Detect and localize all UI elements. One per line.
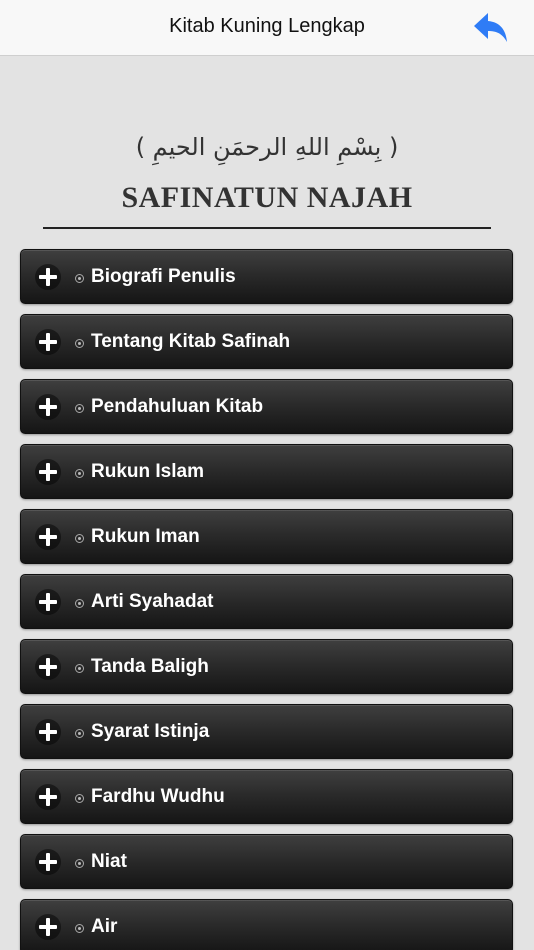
bullet-dot-icon <box>75 729 84 738</box>
bullet-dot-icon <box>75 794 84 803</box>
book-title: SAFINATUN NAJAH <box>121 181 413 214</box>
menu-item-label: Tentang Kitab Safinah <box>91 331 291 352</box>
menu-item[interactable]: Syarat Istinja <box>20 704 513 759</box>
menu-item[interactable]: Tentang Kitab Safinah <box>20 314 513 369</box>
main-content: ( بِسْمِ اللهِ الرحمَنِ الحيمِ ) SAFINAT… <box>0 57 534 950</box>
menu-item[interactable]: Tanda Baligh <box>20 639 513 694</box>
menu-item[interactable]: Rukun Iman <box>20 509 513 564</box>
menu-item-label: Rukun Islam <box>91 461 204 482</box>
plus-icon <box>35 524 61 550</box>
menu-item[interactable]: Niat <box>20 834 513 889</box>
bullet-dot-icon <box>75 534 84 543</box>
plus-icon <box>35 459 61 485</box>
basmala-text: ( بِسْمِ اللهِ الرحمَنِ الحيمِ ) <box>135 133 399 161</box>
menu-item-label: Air <box>91 916 118 937</box>
menu-item[interactable]: Pendahuluan Kitab <box>20 379 513 434</box>
menu-item-label: Syarat Istinja <box>91 721 210 742</box>
nav-title: Kitab Kuning Lengkap <box>169 15 365 37</box>
plus-icon <box>35 849 61 875</box>
bullet-dot-icon <box>75 339 84 348</box>
plus-icon <box>35 264 61 290</box>
menu-item-label: Fardhu Wudhu <box>91 786 225 807</box>
menu-item-label: Biografi Penulis <box>91 266 236 287</box>
bullet-dot-icon <box>75 404 84 413</box>
bullet-dot-icon <box>75 274 84 283</box>
plus-icon <box>35 589 61 615</box>
plus-icon <box>35 914 61 940</box>
menu-item-label: Pendahuluan Kitab <box>91 396 264 417</box>
menu-item[interactable]: Rukun Islam <box>20 444 513 499</box>
bullet-dot-icon <box>75 599 84 608</box>
menu-item-label: Rukun Iman <box>91 526 200 547</box>
bullet-dot-icon <box>75 924 84 933</box>
menu-item-label: Arti Syahadat <box>91 591 214 612</box>
title-divider <box>43 227 491 229</box>
back-button[interactable] <box>472 11 510 45</box>
navigation-bar: Kitab Kuning Lengkap <box>0 0 534 56</box>
bullet-dot-icon <box>75 859 84 868</box>
plus-icon <box>35 329 61 355</box>
bullet-dot-icon <box>75 469 84 478</box>
menu-item[interactable]: Fardhu Wudhu <box>20 769 513 824</box>
plus-icon <box>35 719 61 745</box>
menu-item-label: Tanda Baligh <box>91 656 209 677</box>
plus-icon <box>35 394 61 420</box>
chapter-menu: Biografi Penulis Tentang Kitab Safinah P… <box>20 249 513 950</box>
menu-item[interactable]: Biografi Penulis <box>20 249 513 304</box>
menu-item[interactable]: Arti Syahadat <box>20 574 513 629</box>
menu-item-label: Niat <box>91 851 127 872</box>
plus-icon <box>35 654 61 680</box>
menu-item[interactable]: Air <box>20 899 513 950</box>
reply-arrow-icon <box>474 13 507 42</box>
bullet-dot-icon <box>75 664 84 673</box>
plus-icon <box>35 784 61 810</box>
